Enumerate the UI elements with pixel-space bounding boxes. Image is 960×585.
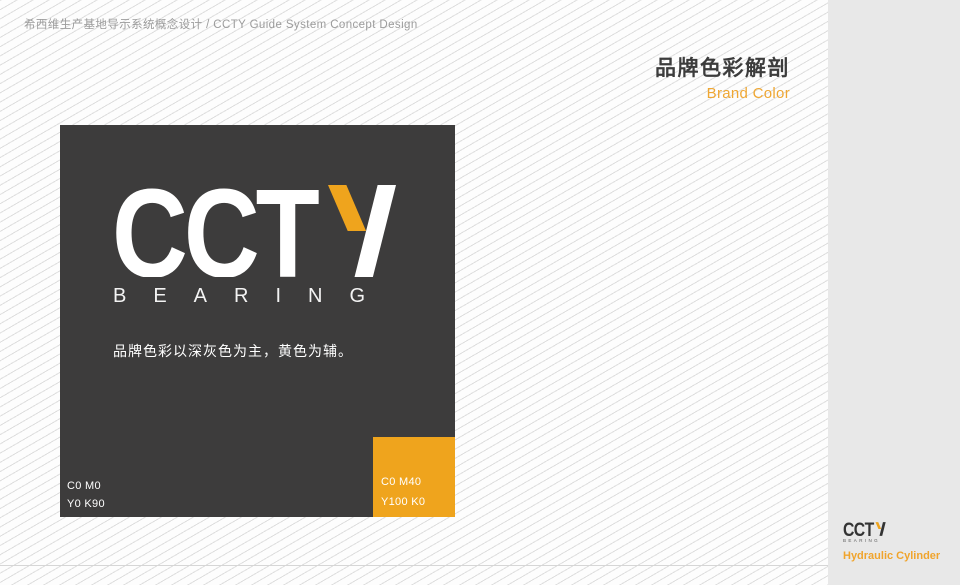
y-glyph-icon bbox=[328, 185, 396, 277]
footer-brand-block: CCT BEARING Hydraulic Cylinder bbox=[843, 522, 953, 562]
accent-swatch-cmyk: C0 M40 Y100 K0 bbox=[381, 472, 425, 512]
footer-tagline: Hydraulic Cylinder bbox=[843, 550, 953, 562]
primary-cmyk-line2: Y0 K90 bbox=[67, 496, 105, 514]
ccty-logo: CCT bbox=[112, 185, 398, 277]
slide-canvas: 希西维生产基地导示系统概念设计 / CCTY Guide System Conc… bbox=[0, 0, 960, 585]
ccty-logo-small: CCT bbox=[843, 522, 886, 536]
y-glyph-small-icon bbox=[875, 522, 885, 536]
y-glyph-small-yellow-arm bbox=[875, 522, 881, 529]
ccty-logo-small-letters: CCT bbox=[843, 522, 875, 536]
bearing-wordmark: BEARING bbox=[113, 285, 392, 308]
brand-color-card: CCT BEARING 品牌色彩以深灰色为主，黄色为辅。 C0 M0 Y0 K9… bbox=[60, 125, 455, 517]
project-header-title: 希西维生产基地导示系统概念设计 / CCTY Guide System Conc… bbox=[24, 16, 418, 32]
ccty-logo-letters: CCT bbox=[112, 185, 319, 277]
section-subtitle: Brand Color bbox=[655, 85, 790, 102]
right-side-panel bbox=[828, 0, 960, 585]
footer-bearing-wordmark: BEARING bbox=[843, 538, 953, 543]
brand-description: 品牌色彩以深灰色为主，黄色为辅。 bbox=[113, 341, 353, 361]
accent-color-swatch: C0 M40 Y100 K0 bbox=[373, 437, 455, 517]
primary-swatch-cmyk: C0 M0 Y0 K90 bbox=[67, 478, 105, 513]
accent-cmyk-line1: C0 M40 bbox=[381, 472, 425, 492]
accent-cmyk-line2: Y100 K0 bbox=[381, 492, 425, 512]
section-title: 品牌色彩解剖 bbox=[655, 52, 790, 82]
y-glyph-yellow-arm bbox=[328, 185, 366, 231]
section-heading: 品牌色彩解剖 Brand Color bbox=[655, 52, 790, 102]
primary-cmyk-line1: C0 M0 bbox=[67, 478, 105, 496]
bottom-divider-line bbox=[0, 565, 828, 566]
